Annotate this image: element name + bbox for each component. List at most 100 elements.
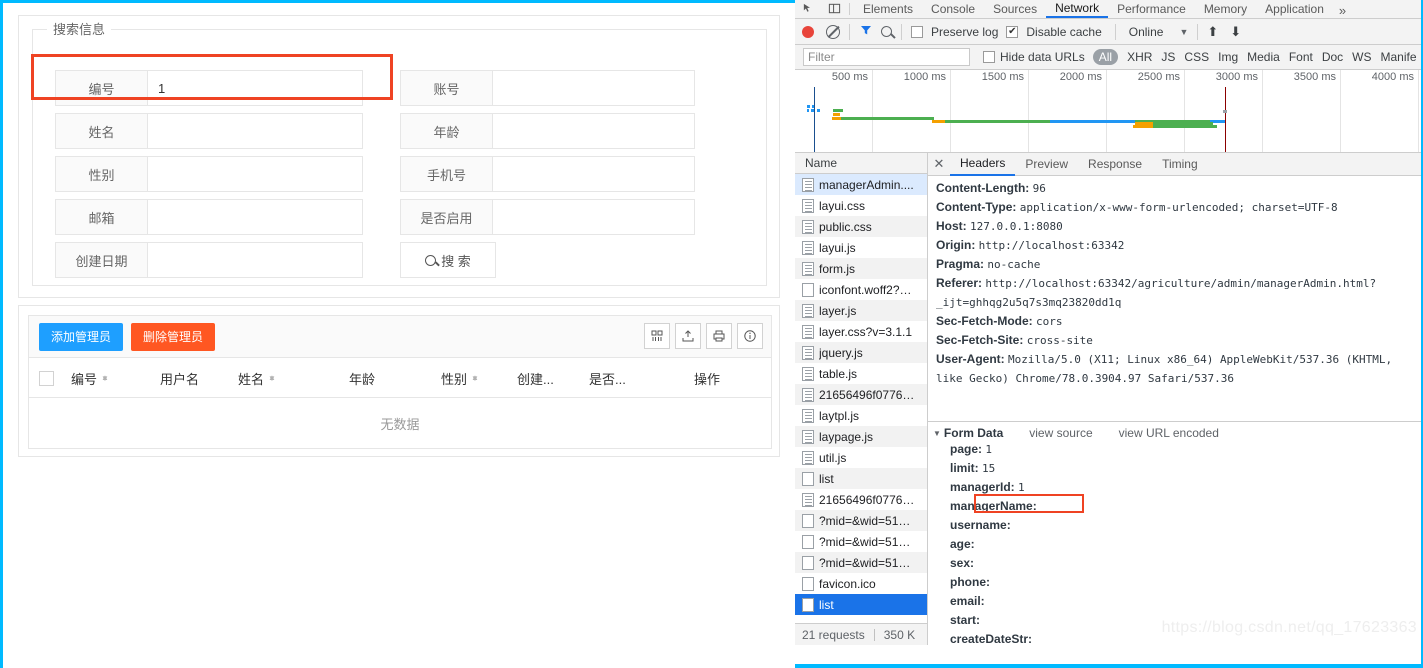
detail-tab-preview[interactable]: Preview: [1015, 153, 1078, 176]
request-row[interactable]: form.js: [795, 258, 927, 279]
resource-type-doc[interactable]: Doc: [1322, 50, 1343, 64]
field-shoujihao-input[interactable]: [493, 157, 694, 191]
view-url-encoded-link[interactable]: view URL encoded: [1119, 426, 1219, 440]
export-har-icon[interactable]: ⬇: [1230, 24, 1241, 40]
sort-icon[interactable]: ▲ ▼: [471, 373, 479, 382]
field-shifouqiyong-input[interactable]: [493, 200, 694, 234]
search-button[interactable]: 搜 索: [400, 242, 496, 278]
request-row[interactable]: managerAdmin....: [795, 174, 927, 195]
field-nianling[interactable]: 年龄: [400, 113, 695, 149]
preserve-log-label[interactable]: Preserve log: [931, 25, 998, 39]
detail-tab-timing[interactable]: Timing: [1152, 153, 1208, 176]
detail-tab-headers[interactable]: Headers: [950, 153, 1016, 176]
col-xingbie[interactable]: 性别 ▲ ▼: [441, 358, 479, 398]
chevron-down-icon[interactable]: ▼: [1179, 27, 1188, 37]
field-bianhao-input[interactable]: 1: [148, 71, 362, 105]
disable-cache-checkbox[interactable]: ✔: [1006, 25, 1019, 38]
field-youxiang[interactable]: 邮箱: [55, 199, 363, 235]
preserve-log-checkbox[interactable]: [911, 25, 923, 38]
request-row[interactable]: laytpl.js: [795, 405, 927, 426]
col-yonghuming[interactable]: 用户名: [160, 358, 199, 398]
field-youxiang-input[interactable]: [148, 200, 362, 234]
field-bianhao[interactable]: 编号 1: [55, 70, 363, 106]
form-data-header[interactable]: ▼ Form Data view source view URL encoded: [928, 426, 1423, 440]
info-icon[interactable]: [737, 323, 763, 349]
resource-type-ws[interactable]: WS: [1352, 50, 1371, 64]
print-icon[interactable]: [706, 323, 732, 349]
tab-application[interactable]: Application: [1256, 0, 1333, 18]
request-row[interactable]: 21656496f0776…: [795, 384, 927, 405]
request-list-header[interactable]: Name: [795, 153, 927, 174]
request-row[interactable]: public.css: [795, 216, 927, 237]
tab-network[interactable]: Network: [1046, 0, 1109, 18]
resource-type-js[interactable]: JS: [1161, 50, 1175, 64]
filter-input[interactable]: [803, 48, 970, 66]
columns-icon[interactable]: [644, 323, 670, 349]
device-toolbar-icon[interactable]: [821, 0, 847, 18]
resource-type-all[interactable]: All: [1092, 49, 1119, 65]
detail-tab-response[interactable]: Response: [1078, 153, 1152, 176]
add-manager-button[interactable]: 添加管理员: [39, 322, 124, 351]
resource-type-img[interactable]: Img: [1218, 50, 1238, 64]
export-icon[interactable]: [675, 323, 701, 349]
field-chuangjianriqi[interactable]: 创建日期: [55, 242, 363, 278]
view-source-link[interactable]: view source: [1029, 426, 1092, 440]
request-row[interactable]: ?mid=&wid=51…: [795, 552, 927, 573]
resource-type-css[interactable]: CSS: [1184, 50, 1209, 64]
tab-performance[interactable]: Performance: [1108, 0, 1195, 18]
request-row[interactable]: ?mid=&wid=51…: [795, 510, 927, 531]
sort-icon[interactable]: ▲ ▼: [268, 373, 276, 382]
tab-sources[interactable]: Sources: [984, 0, 1046, 18]
resource-type-font[interactable]: Font: [1289, 50, 1313, 64]
table-select-all-checkbox[interactable]: [39, 358, 54, 398]
request-row[interactable]: ?mid=&wid=51…: [795, 531, 927, 552]
request-row[interactable]: list: [795, 594, 927, 615]
import-har-icon[interactable]: ⬆: [1207, 24, 1218, 40]
col-shifou[interactable]: 是否...: [589, 358, 626, 398]
field-xingbie-input[interactable]: [148, 157, 362, 191]
clear-icon[interactable]: [826, 24, 840, 39]
col-bianhao[interactable]: 编号 ▲ ▼: [71, 358, 109, 398]
field-xingbie[interactable]: 性别: [55, 156, 363, 192]
inspect-element-icon[interactable]: [795, 0, 821, 18]
tab-elements[interactable]: Elements: [854, 0, 922, 18]
request-list[interactable]: Name managerAdmin.... layui.css public.css…: [795, 153, 928, 645]
throttle-select[interactable]: Online: [1129, 25, 1164, 39]
chevron-down-icon[interactable]: ▼: [933, 429, 941, 438]
network-overview[interactable]: 500 ms 1000 ms 1500 ms 2000 ms 2500 ms 3…: [795, 70, 1423, 153]
field-zhanghao-input[interactable]: [493, 71, 694, 105]
request-row[interactable]: favicon.ico: [795, 573, 927, 594]
search-icon[interactable]: [881, 26, 892, 37]
col-caozuo[interactable]: 操作: [694, 358, 720, 398]
request-row[interactable]: layui.css: [795, 195, 927, 216]
field-shifouqiyong[interactable]: 是否启用: [400, 199, 695, 235]
col-chuangjian[interactable]: 创建...: [517, 358, 554, 398]
field-zhanghao[interactable]: 账号: [400, 70, 695, 106]
disable-cache-label[interactable]: Disable cache: [1026, 25, 1101, 39]
request-row[interactable]: jquery.js: [795, 342, 927, 363]
field-xingming-input[interactable]: [148, 114, 362, 148]
tab-memory[interactable]: Memory: [1195, 0, 1256, 18]
field-shoujihao[interactable]: 手机号: [400, 156, 695, 192]
delete-manager-button[interactable]: 删除管理员: [131, 322, 216, 351]
resource-type-media[interactable]: Media: [1247, 50, 1280, 64]
tab-console[interactable]: Console: [922, 0, 984, 18]
col-nianling[interactable]: 年龄: [349, 358, 375, 398]
field-xingming[interactable]: 姓名: [55, 113, 363, 149]
resource-type-manifest[interactable]: Manife: [1381, 50, 1417, 64]
request-row[interactable]: layui.js: [795, 237, 927, 258]
resource-type-xhr[interactable]: XHR: [1127, 50, 1152, 64]
hide-data-urls-checkbox[interactable]: [983, 51, 995, 63]
record-button[interactable]: [802, 25, 814, 38]
request-row[interactable]: 21656496f0776…: [795, 489, 927, 510]
request-row[interactable]: laypage.js: [795, 426, 927, 447]
sort-icon[interactable]: ▲ ▼: [101, 373, 109, 382]
request-row[interactable]: list: [795, 468, 927, 489]
filter-icon[interactable]: [859, 23, 873, 40]
col-xingming[interactable]: 姓名 ▲ ▼: [238, 358, 276, 398]
request-row[interactable]: util.js: [795, 447, 927, 468]
field-chuangjianriqi-input[interactable]: [148, 243, 362, 277]
close-icon[interactable]: ✕: [928, 153, 950, 176]
request-row[interactable]: layer.css?v=3.1.1: [795, 321, 927, 342]
request-row[interactable]: table.js: [795, 363, 927, 384]
